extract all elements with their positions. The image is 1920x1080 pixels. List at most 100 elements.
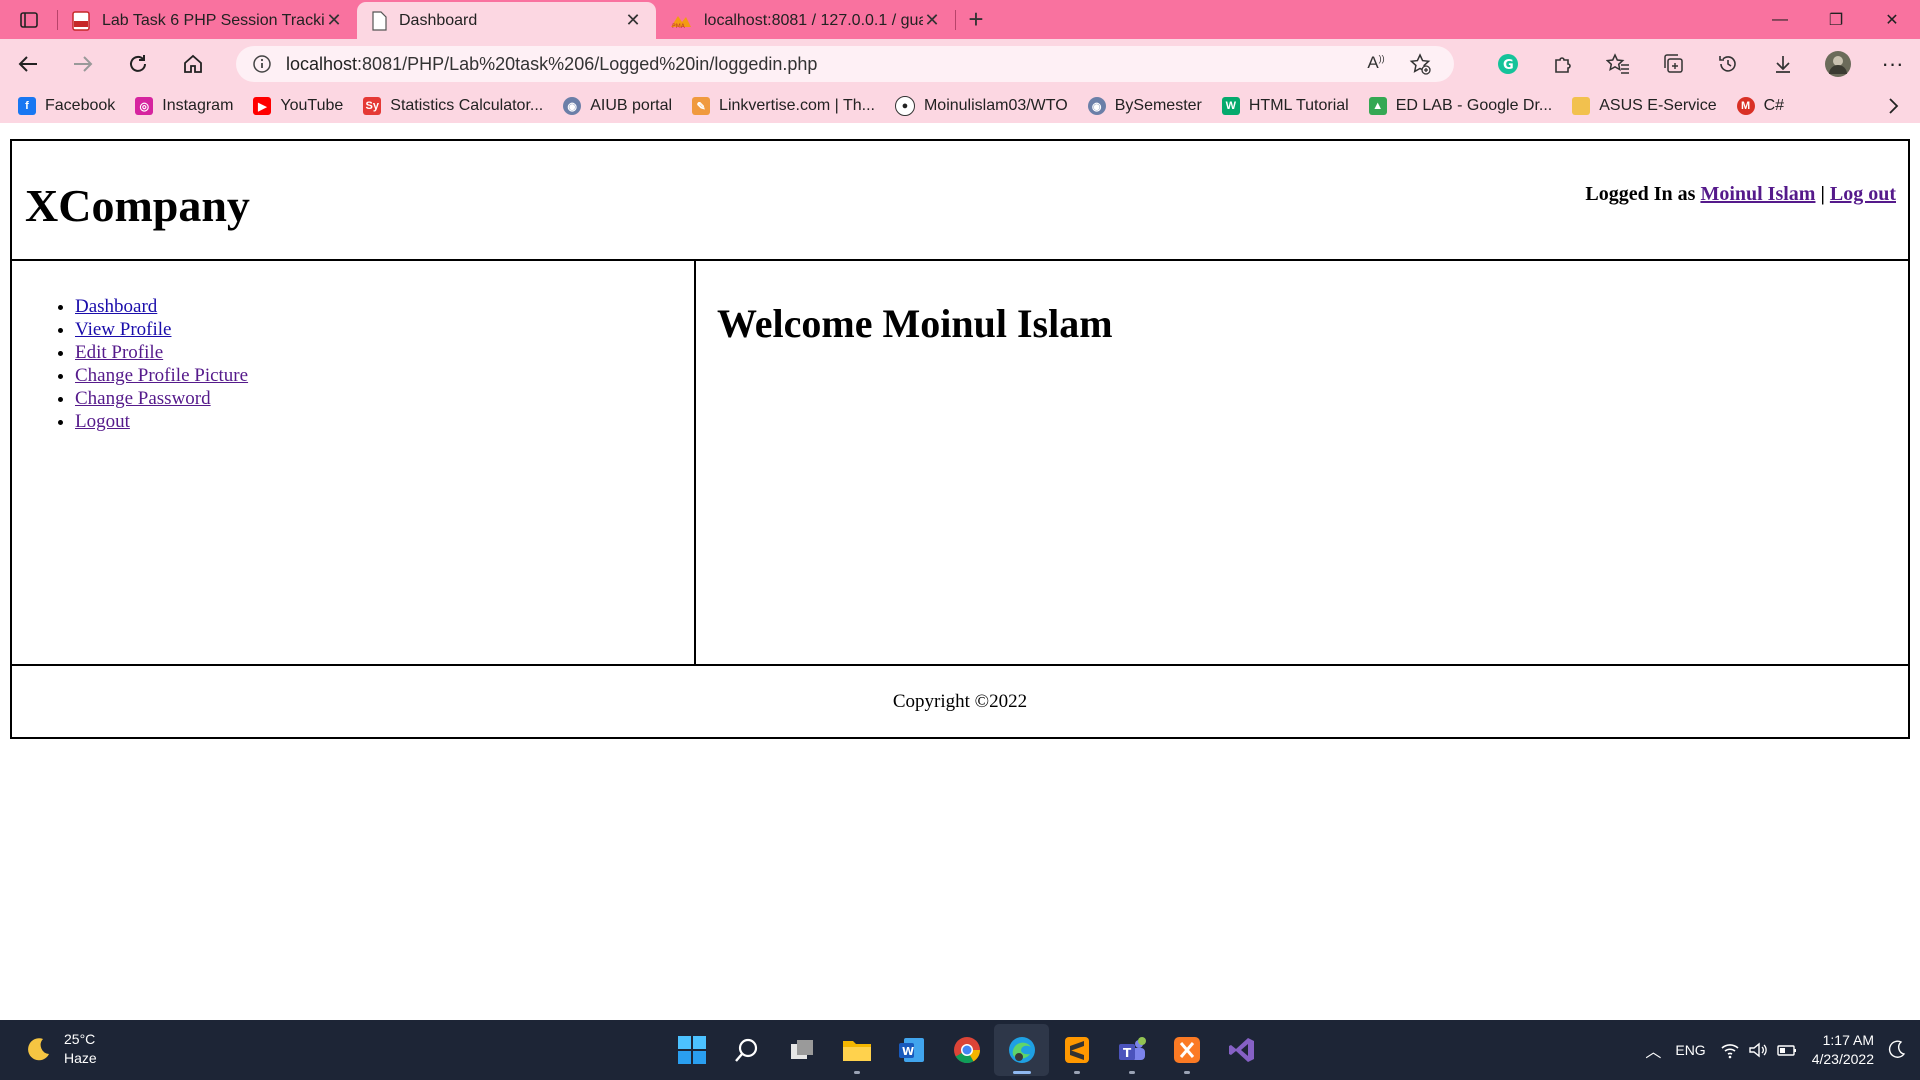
- wifi-icon: [1721, 1044, 1739, 1059]
- avatar: [1824, 51, 1851, 77]
- grammarly-icon: G: [1497, 54, 1518, 74]
- home-icon: [183, 54, 202, 73]
- tab-dashboard[interactable]: Dashboard ✕: [357, 2, 656, 39]
- tab-title: localhost:8081 / 127.0.0.1 / guard: [704, 11, 923, 29]
- xampp-icon: [1173, 1037, 1200, 1063]
- globe-icon: ◉: [563, 97, 582, 115]
- profile-button[interactable]: [1810, 39, 1865, 89]
- history-button[interactable]: [1700, 39, 1755, 89]
- bookmark-item[interactable]: W HTML Tutorial: [1221, 97, 1349, 115]
- forward-button[interactable]: [55, 39, 110, 89]
- bookmark-item[interactable]: ◉ BySemester: [1087, 97, 1202, 115]
- svg-text:PMA: PMA: [672, 23, 686, 29]
- bookmark-item[interactable]: ◉ AIUB portal: [563, 97, 672, 115]
- clock[interactable]: 1:17 AM 4/23/2022: [1812, 1031, 1874, 1069]
- url-text[interactable]: localhost:8081/PHP/Lab%20task%206/Logged…: [286, 54, 1354, 75]
- windows-start-icon: [677, 1036, 706, 1064]
- bookmark-item[interactable]: ASUS E-Service: [1572, 97, 1717, 115]
- collections-icon: [1663, 54, 1683, 73]
- edge-button[interactable]: [994, 1024, 1049, 1076]
- bookmark-item[interactable]: M C#: [1736, 97, 1784, 115]
- nav-dashboard-link[interactable]: Dashboard: [75, 296, 157, 317]
- header-logout-link[interactable]: Log out: [1830, 183, 1896, 205]
- nav-change-profile-picture-link[interactable]: Change Profile Picture: [75, 365, 248, 386]
- nav-view-profile-link[interactable]: View Profile: [75, 319, 171, 340]
- bookmark-label: Facebook: [45, 97, 116, 114]
- word-button[interactable]: W: [884, 1024, 939, 1076]
- restore-button[interactable]: ❐: [1808, 0, 1864, 39]
- bookmark-item[interactable]: ● Moinulislam03/WTO: [894, 96, 1068, 116]
- wifi-button[interactable]: [1720, 1041, 1798, 1059]
- downloads-button[interactable]: [1755, 39, 1810, 89]
- tab-lab-task[interactable]: Lab Task 6 PHP Session Tracking ✕: [58, 2, 357, 39]
- svg-text:W: W: [902, 1045, 914, 1058]
- bookmarks-overflow-button[interactable]: [1888, 97, 1900, 120]
- bookmark-item[interactable]: ▶ YouTube: [253, 97, 343, 115]
- read-aloud-button[interactable]: A)): [1354, 53, 1398, 75]
- sublime-text-button[interactable]: [1049, 1024, 1104, 1076]
- w3schools-icon: W: [1221, 97, 1240, 115]
- favorites-button[interactable]: [1590, 39, 1645, 89]
- plus-icon: +: [968, 4, 984, 34]
- chrome-icon: [953, 1037, 980, 1064]
- address-toolbar: localhost:8081/PHP/Lab%20task%206/Logged…: [0, 39, 1920, 89]
- grammarly-button[interactable]: G: [1480, 39, 1535, 89]
- home-button[interactable]: [165, 39, 220, 89]
- bookmark-item[interactable]: ✎ Linkvertise.com | Th...: [692, 97, 875, 115]
- minimize-button[interactable]: —: [1752, 0, 1808, 39]
- nav-logout-link[interactable]: Logout: [75, 411, 130, 432]
- chevron-right-icon: [1889, 98, 1899, 114]
- header-cell: XCompany Logged In as Moinul Islam | Log…: [10, 139, 1910, 261]
- bookmark-item[interactable]: f Facebook: [18, 97, 115, 115]
- search-button[interactable]: [719, 1024, 774, 1076]
- puzzle-icon: [1554, 57, 1571, 73]
- youtube-icon: ▶: [253, 97, 272, 115]
- bookmark-item[interactable]: ▲ ED LAB - Google Dr...: [1368, 97, 1552, 115]
- bookmark-label: HTML Tutorial: [1248, 97, 1349, 114]
- pdf-icon: [72, 10, 90, 31]
- close-window-button[interactable]: ✕: [1864, 0, 1920, 39]
- word-icon: W: [898, 1038, 924, 1062]
- bookmark-item[interactable]: Sy Statistics Calculator...: [363, 97, 543, 115]
- bookmark-label: BySemester: [1114, 97, 1202, 114]
- moon-notification-icon: [1888, 1040, 1906, 1058]
- weather-widget[interactable]: 25°C Haze: [24, 1030, 97, 1068]
- extensions-button[interactable]: [1535, 39, 1590, 89]
- nav-edit-profile-link[interactable]: Edit Profile: [75, 342, 163, 363]
- chrome-button[interactable]: [939, 1024, 994, 1076]
- xampp-button[interactable]: [1159, 1024, 1214, 1076]
- user-name-link[interactable]: Moinul Islam: [1700, 183, 1815, 205]
- site-info-icon[interactable]: [252, 54, 272, 74]
- refresh-button[interactable]: [110, 39, 165, 89]
- teams-button[interactable]: T: [1104, 1024, 1159, 1076]
- notifications-button[interactable]: [1888, 1040, 1906, 1061]
- bookmark-label: YouTube: [280, 97, 344, 114]
- back-button[interactable]: [0, 39, 55, 89]
- task-view-button[interactable]: [774, 1024, 829, 1076]
- language-indicator[interactable]: ENG: [1675, 1042, 1705, 1058]
- show-hidden-icons-button[interactable]: ︿: [1645, 1038, 1661, 1062]
- nav-change-password-link[interactable]: Change Password: [75, 388, 211, 409]
- separator: |: [1820, 183, 1825, 205]
- new-tab-button[interactable]: +: [956, 0, 996, 39]
- tab-actions-button[interactable]: [0, 0, 57, 39]
- moon-icon: [28, 1038, 49, 1061]
- file-explorer-button[interactable]: [829, 1024, 884, 1076]
- bookmark-item[interactable]: ◎ Instagram: [135, 97, 233, 115]
- gmail-icon: M: [1736, 97, 1755, 115]
- visual-studio-button[interactable]: [1214, 1024, 1269, 1076]
- close-tab-icon[interactable]: ✕: [624, 10, 642, 31]
- logged-in-label: Logged In as: [1585, 183, 1696, 205]
- close-tab-icon[interactable]: ✕: [923, 10, 941, 31]
- more-dots-icon: ···: [1881, 51, 1904, 76]
- collections-button[interactable]: [1645, 39, 1700, 89]
- address-bar[interactable]: localhost:8081/PHP/Lab%20task%206/Logged…: [236, 46, 1454, 82]
- tab-bar: Lab Task 6 PHP Session Tracking ✕ Dashbo…: [0, 0, 1920, 39]
- bookmarks-bar: f Facebook ◎ Instagram ▶ YouTube Sy Statistics …: [0, 89, 1920, 123]
- close-tab-icon[interactable]: ✕: [325, 10, 343, 31]
- tab-phpmyadmin[interactable]: PMA localhost:8081 / 127.0.0.1 / guard ✕: [656, 2, 955, 39]
- add-favorite-button[interactable]: [1398, 53, 1442, 75]
- more-menu-button[interactable]: ···: [1865, 39, 1920, 89]
- clock-date: 4/23/2022: [1811, 1051, 1874, 1067]
- start-button[interactable]: [664, 1024, 719, 1076]
